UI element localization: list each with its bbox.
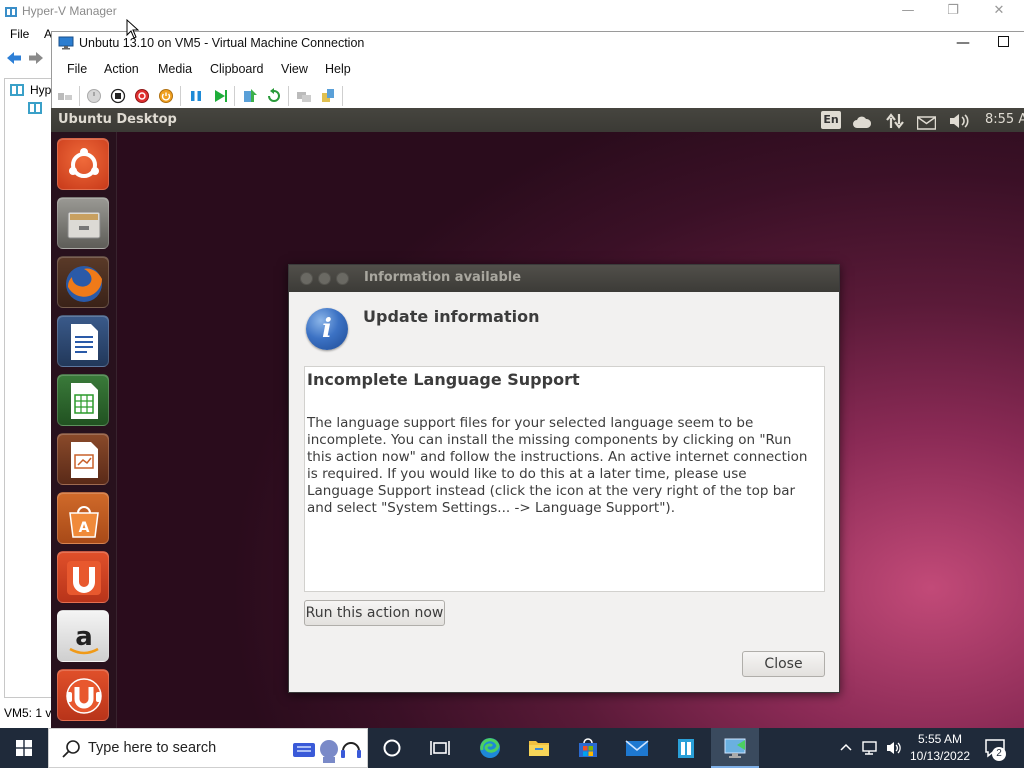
unity-launcher: A a (51, 132, 117, 728)
firefox-icon[interactable] (57, 256, 109, 308)
mail-icon[interactable] (917, 114, 936, 132)
toolbar-separator (180, 86, 181, 106)
search-icon (62, 740, 80, 758)
vm-menu-file[interactable]: File (67, 62, 87, 76)
volume-tray-icon[interactable] (886, 740, 902, 756)
information-dialog: Information available i Update informati… (288, 264, 840, 693)
back-arrow-icon[interactable] (6, 51, 22, 65)
vm-title: Unbutu 13.10 on VM5 - Virtual Machine Co… (79, 36, 365, 50)
start-button[interactable] (0, 728, 48, 768)
content-body: The language support files for your sele… (307, 415, 808, 516)
server-icon (10, 84, 24, 96)
dialog-maximize-circle-button[interactable] (336, 272, 349, 285)
microsoft-store-icon[interactable] (564, 728, 612, 768)
pause-icon[interactable] (188, 88, 204, 104)
revert-icon[interactable] (266, 88, 282, 104)
tray-time[interactable]: 5:55 AM (910, 732, 970, 746)
close-button[interactable]: Close (742, 651, 825, 677)
dash-home-icon[interactable] (57, 138, 109, 190)
vm-menu-help[interactable]: Help (325, 62, 351, 76)
panel-title: Ubuntu Desktop (58, 112, 177, 127)
writer-icon[interactable] (57, 315, 109, 367)
forward-arrow-icon[interactable] (28, 51, 44, 65)
search-highlight-illustration-icon (293, 740, 361, 763)
files-icon[interactable] (57, 197, 109, 249)
mouse-cursor-icon (126, 19, 140, 39)
vm-toolbar (52, 82, 1024, 109)
hyperv-close-button[interactable]: ✕ (976, 0, 1022, 24)
toolbar-separator (288, 86, 289, 106)
windows-taskbar: Type here to search 5:55 AM 10/13/2022 2 (0, 728, 1024, 768)
ubuntu-one-icon[interactable] (57, 551, 109, 603)
hyperv-menu-file[interactable]: File (10, 27, 29, 41)
amazon-icon[interactable]: a (57, 610, 109, 662)
save-state-icon[interactable] (158, 88, 174, 104)
play-icon[interactable] (212, 88, 228, 104)
dialog-close-circle-button[interactable] (300, 272, 313, 285)
cloud-icon[interactable] (852, 113, 872, 131)
cortana-button[interactable] (368, 728, 416, 768)
hyperv-title: Hyper-V Manager (22, 4, 117, 18)
hyperv-toolbar (0, 44, 52, 72)
hyperv-app-icon (5, 7, 17, 17)
impress-icon[interactable] (57, 433, 109, 485)
search-input[interactable]: Type here to search (88, 740, 216, 756)
edge-icon[interactable] (466, 728, 514, 768)
calc-icon[interactable] (57, 374, 109, 426)
network-tray-icon[interactable] (862, 740, 880, 756)
run-action-button[interactable]: Run this action now (304, 600, 445, 626)
panel-clock[interactable]: 8:55 AM (985, 112, 1024, 127)
hyperv-restore-button[interactable]: ❐ (930, 0, 976, 24)
vm-monitor-icon (58, 36, 74, 50)
vm-menu-view[interactable]: View (281, 62, 308, 76)
network-icon[interactable] (886, 112, 904, 130)
toolbar-separator (234, 86, 235, 106)
hyperv-minimize-button[interactable]: — (885, 0, 931, 24)
vm-minimize-button[interactable]: — (948, 32, 978, 56)
info-icon: i (306, 308, 348, 350)
chevron-up-icon[interactable] (840, 742, 852, 752)
tray-date[interactable]: 10/13/2022 (910, 749, 970, 763)
dialog-titlebar[interactable]: Information available (289, 265, 839, 292)
share-icon[interactable] (320, 88, 336, 104)
ubuntu-one-music-icon[interactable] (57, 669, 109, 721)
mail-app-icon[interactable] (613, 728, 661, 768)
dialog-content-panel: Incomplete Language Support The language… (304, 366, 825, 592)
software-center-icon[interactable]: A (57, 492, 109, 544)
task-view-button[interactable] (416, 728, 464, 768)
ctrl-alt-del-icon[interactable] (57, 88, 73, 104)
enhanced-session-icon[interactable] (296, 88, 312, 104)
hyperv-status-text: VM5: 1 v (4, 706, 52, 720)
hyperv-taskbar-icon[interactable] (662, 728, 710, 768)
file-explorer-icon[interactable] (515, 728, 563, 768)
vm-titlebar[interactable]: Unbutu 13.10 on VM5 - Virtual Machine Co… (52, 32, 1024, 56)
notification-count-badge: 2 (992, 747, 1006, 761)
ubuntu-desktop[interactable]: Ubuntu Desktop En 8:55 AM A (51, 108, 1024, 728)
content-heading: Incomplete Language Support (307, 370, 580, 389)
start-icon[interactable] (86, 88, 102, 104)
hyperv-tree-pane[interactable] (4, 78, 52, 698)
dialog-minimize-circle-button[interactable] (318, 272, 331, 285)
vm-menu-clipboard[interactable]: Clipboard (210, 62, 264, 76)
toolbar-separator (79, 86, 80, 106)
svg-text:a: a (75, 622, 93, 652)
vm-menu-action[interactable]: Action (104, 62, 139, 76)
vm-maximize-button[interactable] (998, 36, 1009, 47)
turn-off-icon[interactable] (110, 88, 126, 104)
keyboard-language-indicator[interactable]: En (821, 111, 841, 129)
volume-icon[interactable] (949, 112, 969, 130)
vm-menu-media[interactable]: Media (158, 62, 192, 76)
ubuntu-top-panel: Ubuntu Desktop En 8:55 AM (51, 108, 1024, 132)
windows-logo-icon (16, 740, 32, 756)
host-icon (28, 102, 42, 114)
vm-connection-taskbar-icon[interactable] (711, 728, 759, 768)
dialog-title: Information available (364, 270, 522, 285)
toolbar-separator (342, 86, 343, 106)
taskbar-search-box[interactable]: Type here to search (48, 728, 368, 768)
hyperv-titlebar[interactable]: Hyper-V Manager — ❐ ✕ (0, 0, 1024, 24)
checkpoint-icon[interactable] (242, 88, 258, 104)
shutdown-icon[interactable] (134, 88, 150, 104)
dialog-heading: Update information (363, 307, 540, 326)
svg-text:A: A (79, 520, 90, 536)
